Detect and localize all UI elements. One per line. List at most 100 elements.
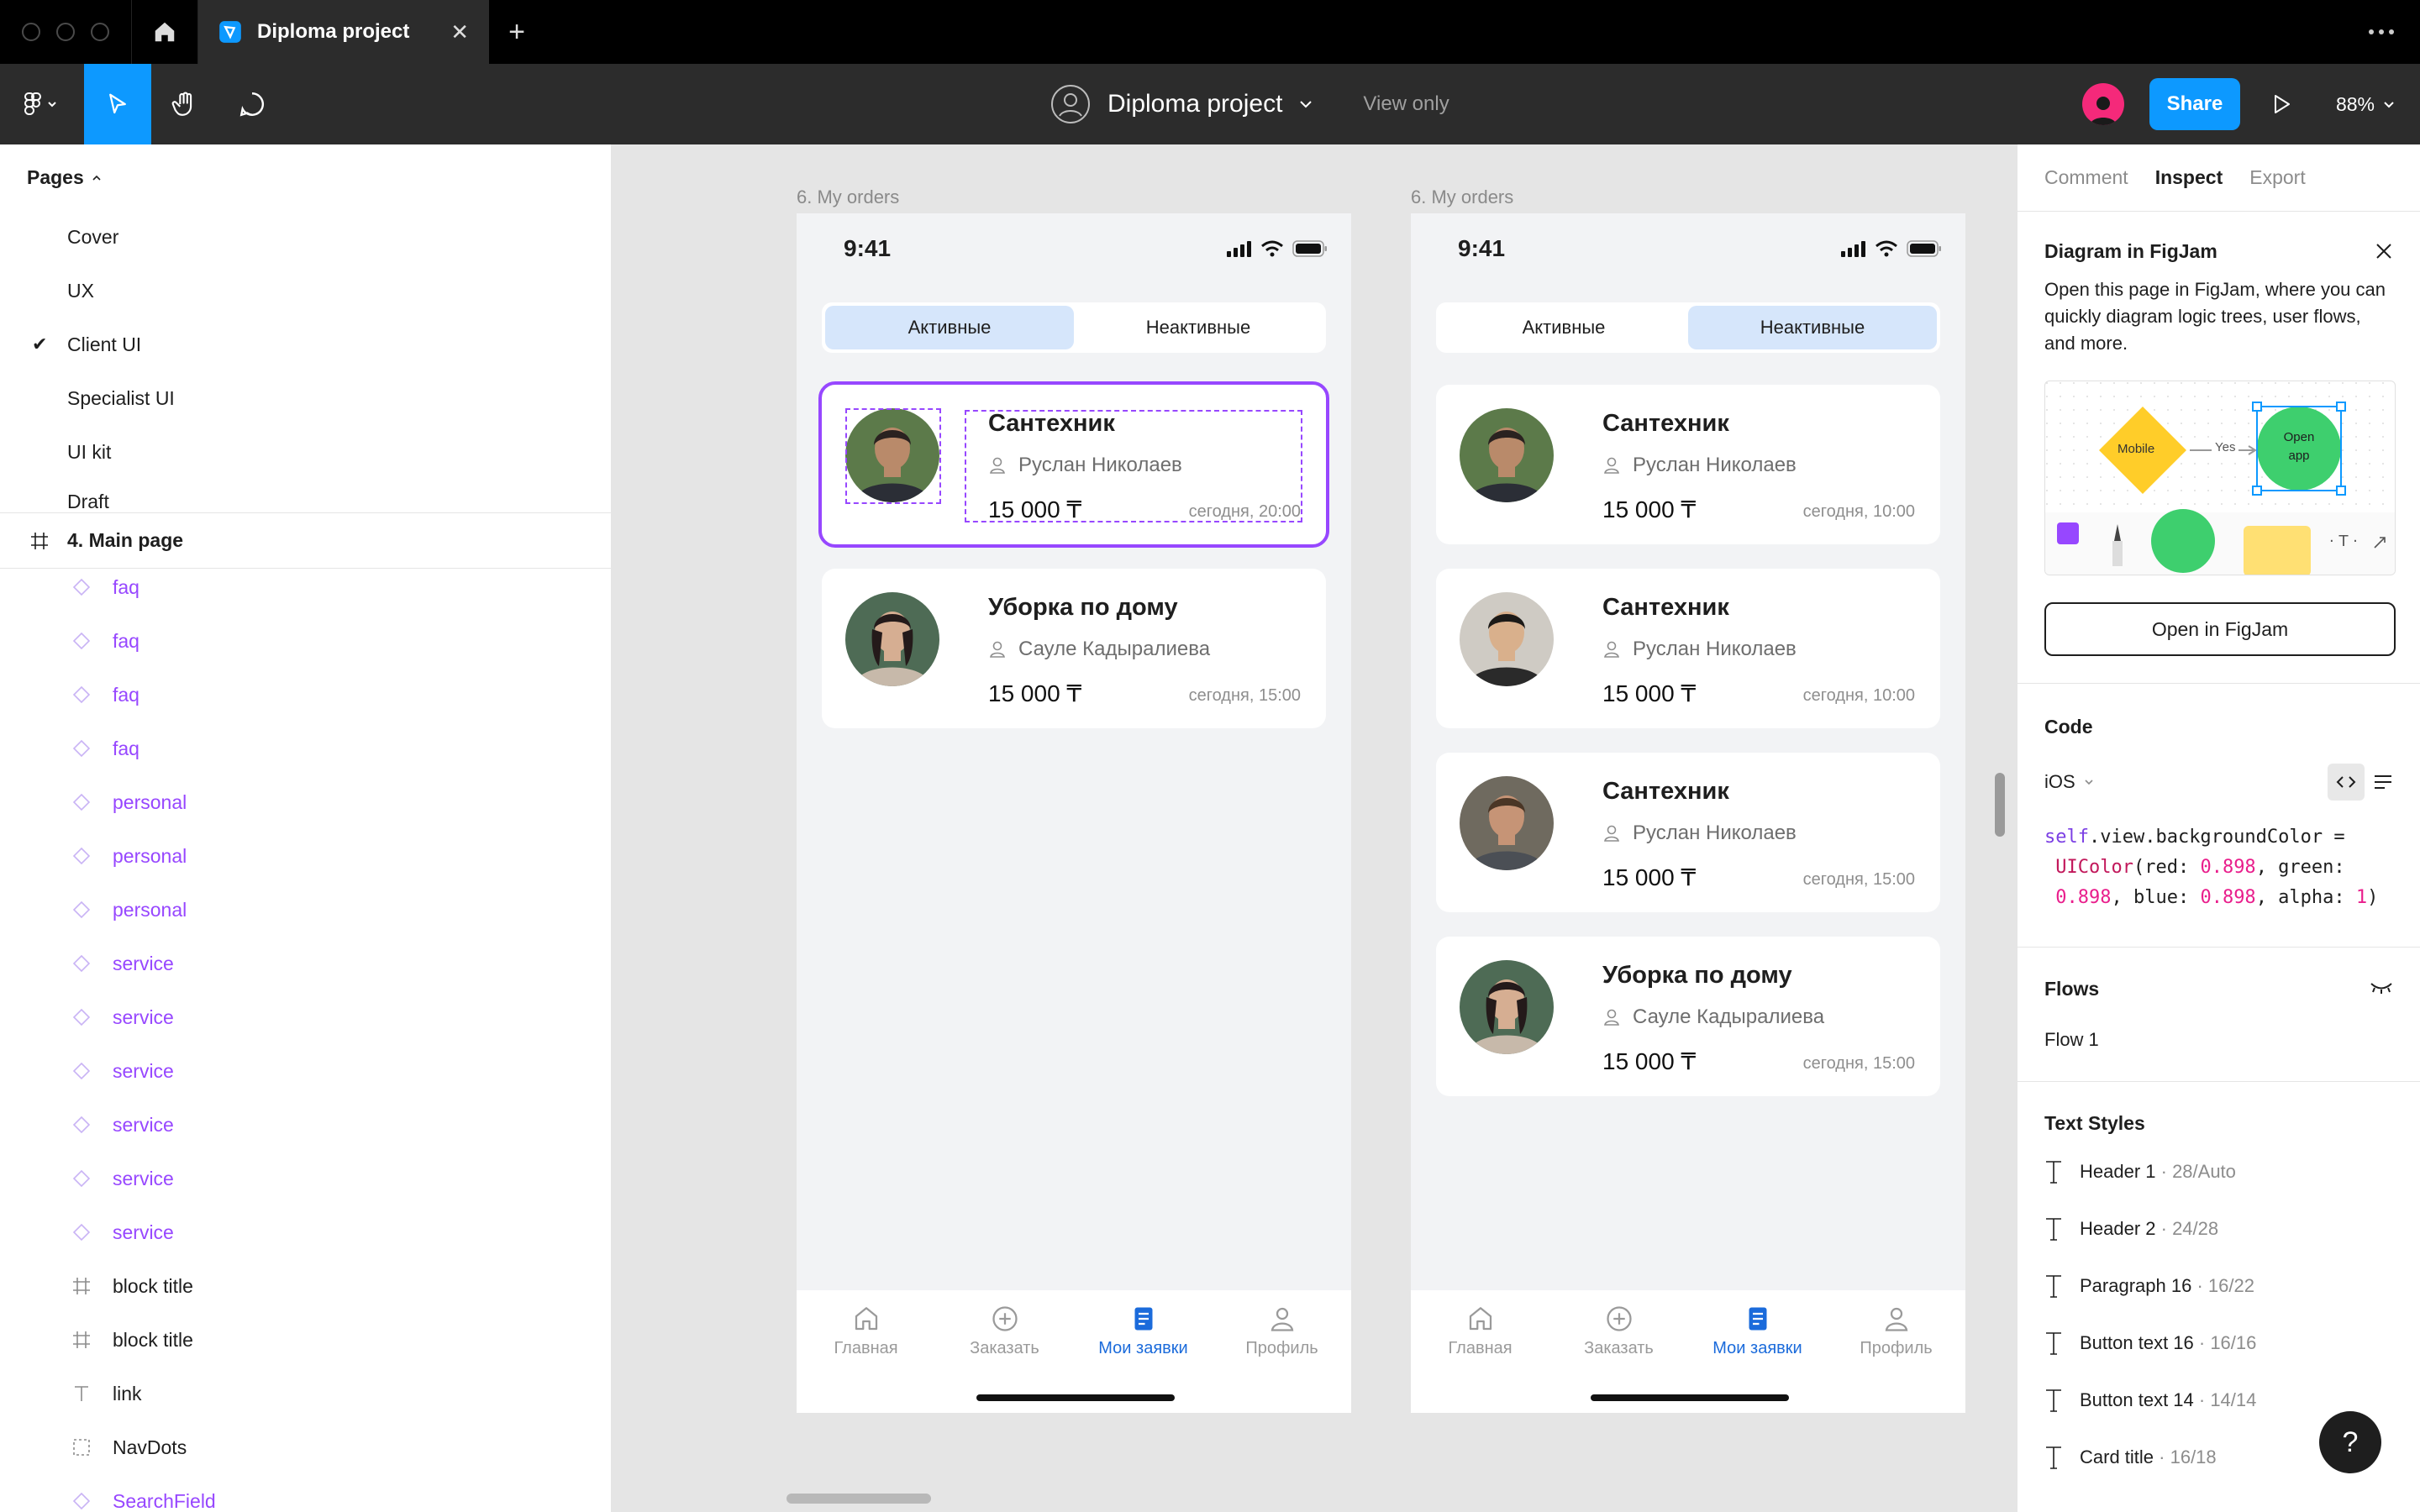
platform-select[interactable]: iOS xyxy=(2044,771,2094,793)
move-tool-button[interactable] xyxy=(84,64,151,144)
segment-active-orders[interactable]: Активные xyxy=(825,306,1074,349)
figjam-description: Open this page in FigJam, where you can … xyxy=(2044,279,2386,354)
more-options-button[interactable] xyxy=(2368,29,2395,35)
code-view-button[interactable] xyxy=(2328,764,2365,801)
horizontal-scrollbar[interactable] xyxy=(786,1494,931,1504)
segment-inactive-orders[interactable]: Неактивные xyxy=(1074,306,1323,349)
layer-item[interactable]: personal xyxy=(0,829,611,883)
frame-label[interactable]: 6. My orders xyxy=(1411,186,1513,208)
comment-tool-button[interactable] xyxy=(218,64,286,144)
layer-item[interactable]: service xyxy=(0,990,611,1044)
team-avatar-icon[interactable] xyxy=(1050,84,1091,124)
layer-item[interactable]: SearchField xyxy=(0,1474,611,1512)
close-tab-button[interactable]: ✕ xyxy=(450,19,469,45)
status-icons xyxy=(1841,240,1942,257)
tab-label: Профиль xyxy=(1245,1339,1318,1357)
present-button[interactable] xyxy=(2265,94,2299,114)
open-in-figjam-button[interactable]: Open in FigJam xyxy=(2044,602,2396,656)
layer-item[interactable]: faq xyxy=(0,668,611,722)
vertical-scrollbar[interactable] xyxy=(1995,773,2005,837)
pages-header[interactable]: Pages xyxy=(0,144,611,210)
document-icon xyxy=(1743,1304,1773,1334)
flow-item[interactable]: Flow 1 xyxy=(2044,1029,2393,1051)
text-style-item[interactable]: Paragraph 16 · 16/22 xyxy=(2044,1257,2393,1315)
layer-item[interactable]: service xyxy=(0,1098,611,1152)
order-card[interactable]: Уборка по дому Сауле Кадыралиева 15 000 ₸ с… xyxy=(1436,937,1940,1096)
layer-item[interactable]: service xyxy=(0,1044,611,1098)
order-card[interactable]: Сантехник Руслан Николаев 15 000 ₸ сегодня,… xyxy=(818,381,1329,548)
segment-inactive-orders[interactable]: Неактивные xyxy=(1688,306,1937,349)
order-card[interactable]: Сантехник Руслан Николаев 15 000 ₸ сегодня,… xyxy=(1436,753,1940,912)
text-style-item[interactable]: Header 1 · 28/Auto xyxy=(2044,1143,2393,1200)
tab-user[interactable]: Профиль xyxy=(1213,1290,1351,1413)
help-button[interactable]: ? xyxy=(2319,1411,2381,1473)
tab-export[interactable]: Export xyxy=(2249,166,2305,189)
main-menu-button[interactable] xyxy=(0,64,84,144)
code-snippet[interactable]: self.view.backgroundColor = UIColor(red:… xyxy=(2044,822,2393,913)
tab-home[interactable]: Главная xyxy=(1411,1290,1549,1413)
close-icon[interactable] xyxy=(2375,242,2393,260)
user-avatar[interactable] xyxy=(2081,83,2124,125)
list-icon xyxy=(2375,775,2391,789)
layer-item[interactable]: service xyxy=(0,1152,611,1205)
new-tab-button[interactable]: + xyxy=(489,0,544,64)
specialist-row: Руслан Николаев xyxy=(1602,638,1797,661)
tab-comment[interactable]: Comment xyxy=(2044,166,2128,189)
canvas[interactable]: 6. My orders 6. My orders 9:41 Активные Не… xyxy=(612,144,2017,1512)
tab-user[interactable]: Профиль xyxy=(1827,1290,1965,1413)
chevron-down-icon xyxy=(2384,101,2394,108)
page-item[interactable]: UX xyxy=(0,264,611,318)
layer-item[interactable]: faq xyxy=(0,614,611,668)
page-item[interactable]: Cover xyxy=(0,210,611,264)
phone-frame-active[interactable]: 9:41 Активные Неактивные Сантехник Руслан Ни… xyxy=(797,213,1351,1413)
share-button[interactable]: Share xyxy=(2149,78,2240,130)
page-item[interactable]: ✔ Client UI xyxy=(0,318,611,371)
layer-item[interactable]: faq xyxy=(0,722,611,775)
plus-icon: + xyxy=(508,15,525,48)
layer-item[interactable]: service xyxy=(0,937,611,990)
layer-item[interactable]: personal xyxy=(0,775,611,829)
order-time: сегодня, 10:00 xyxy=(1802,686,1915,705)
tab-label: Заказать xyxy=(1584,1339,1654,1357)
order-card[interactable]: Сантехник Руслан Николаев 15 000 ₸ сегодня,… xyxy=(1436,569,1940,728)
text-style-item[interactable]: Button text 16 · 16/16 xyxy=(2044,1315,2393,1372)
zoom-menu[interactable]: 88% xyxy=(2336,93,2395,116)
hidden-eye-icon[interactable] xyxy=(2370,981,2393,995)
list-view-button[interactable] xyxy=(2373,774,2393,790)
layer-item[interactable]: NavDots xyxy=(0,1420,611,1474)
text-style-icon xyxy=(2044,1388,2063,1413)
file-name[interactable]: Diploma project xyxy=(1107,90,1282,118)
person-icon xyxy=(1602,824,1621,843)
chevron-down-icon[interactable] xyxy=(1299,100,1313,108)
home-button[interactable] xyxy=(131,0,198,64)
layer-item[interactable]: service xyxy=(0,1205,611,1259)
layer-item[interactable]: block title xyxy=(0,1313,611,1367)
tab-label: Профиль xyxy=(1860,1339,1933,1357)
page-item[interactable]: UI kit xyxy=(0,425,611,479)
file-tab[interactable]: Diploma project ✕ xyxy=(198,0,489,64)
layer-item-label: faq xyxy=(113,737,139,759)
page-item[interactable]: Specialist UI xyxy=(0,371,611,425)
close-window-button[interactable] xyxy=(22,23,40,41)
frame-label[interactable]: 6. My orders xyxy=(797,186,899,208)
text-style-meta: · 16/22 xyxy=(2191,1275,2254,1296)
zoom-window-button[interactable] xyxy=(91,23,109,41)
page-item-label: UX xyxy=(67,279,94,302)
tab-inspect[interactable]: Inspect xyxy=(2155,166,2223,189)
minimize-window-button[interactable] xyxy=(56,23,75,41)
order-card[interactable]: Уборка по дому Сауле Кадыралиева 15 000 ₸ с… xyxy=(822,569,1326,728)
layer-item[interactable]: personal xyxy=(0,883,611,937)
view-only-label: View only xyxy=(1363,92,1449,115)
page-item[interactable]: Draft xyxy=(0,479,611,512)
phone-frame-inactive[interactable]: 9:41 Активные Неактивные Сантехник Руслан Ни… xyxy=(1411,213,1965,1413)
order-card[interactable]: Сантехник Руслан Николаев 15 000 ₸ сегодня,… xyxy=(1436,385,1940,544)
svg-text:· T ·: · T · xyxy=(2329,533,2358,550)
hand-tool-button[interactable] xyxy=(151,64,218,144)
tab-home[interactable]: Главная xyxy=(797,1290,935,1413)
specialist-row: Сауле Кадыралиева xyxy=(1602,1005,1824,1029)
layer-item[interactable]: block title xyxy=(0,1259,611,1313)
layer-item[interactable]: link xyxy=(0,1367,611,1420)
segment-active-orders[interactable]: Активные xyxy=(1439,306,1688,349)
text-style-item[interactable]: Header 2 · 24/28 xyxy=(2044,1200,2393,1257)
layer-item[interactable]: faq xyxy=(0,560,611,614)
